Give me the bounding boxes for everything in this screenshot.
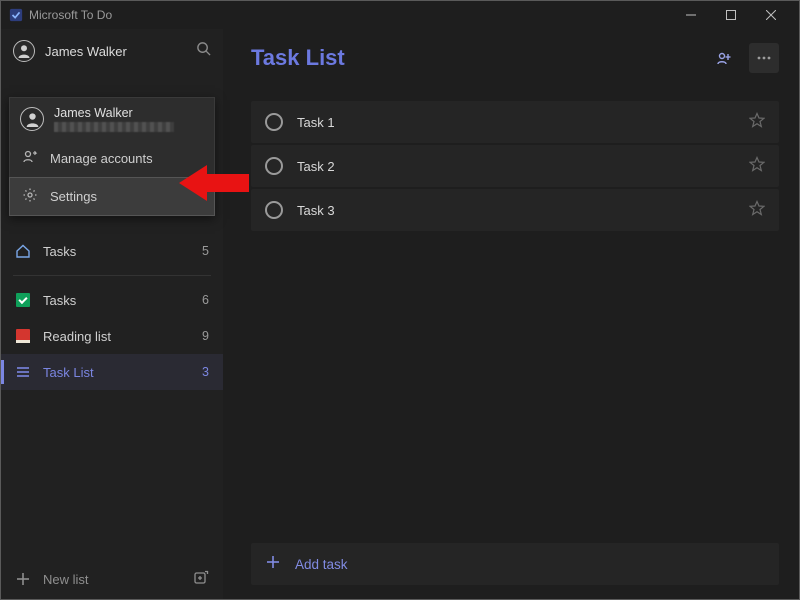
nav-list: Tasks 5 Tasks 6 Reading list 9: [1, 213, 223, 559]
home-icon: [15, 243, 31, 259]
book-icon: [15, 328, 31, 344]
star-icon[interactable]: [749, 156, 765, 177]
sidebar-item-label: Tasks: [43, 244, 190, 259]
maximize-button[interactable]: [711, 1, 751, 29]
add-task-input[interactable]: Add task: [251, 543, 779, 585]
sidebar-item-count: 6: [202, 293, 209, 307]
account-dropdown: James Walker Manage accounts Settings: [9, 97, 215, 216]
star-icon[interactable]: [749, 112, 765, 133]
plus-icon: [15, 571, 31, 587]
nav-divider: [13, 275, 211, 276]
sidebar-item-task-list[interactable]: Task List 3: [1, 354, 223, 390]
dropdown-profile[interactable]: James Walker: [10, 98, 214, 140]
main-header: Task List: [251, 43, 779, 73]
new-list-button[interactable]: New list: [1, 559, 223, 599]
settings-label: Settings: [50, 189, 97, 204]
app-window: Microsoft To Do James Walker: [0, 0, 800, 600]
settings-button[interactable]: Settings: [9, 177, 215, 216]
sidebar-item-count: 3: [202, 365, 209, 379]
sidebar: James Walker James Walker: [1, 29, 223, 599]
person-switch-icon: [22, 149, 38, 168]
minimize-button[interactable]: [671, 1, 711, 29]
profile-name: James Walker: [45, 44, 186, 59]
sidebar-item-tasks[interactable]: Tasks 5: [1, 233, 223, 269]
checkbox-icon: [15, 292, 31, 308]
sidebar-item-reading-list[interactable]: Reading list 9: [1, 318, 223, 354]
task-row[interactable]: Task 2: [251, 145, 779, 187]
task-title: Task 1: [297, 115, 735, 130]
sidebar-item-count: 9: [202, 329, 209, 343]
titlebar: Microsoft To Do: [1, 1, 799, 29]
sidebar-item-count: 5: [202, 244, 209, 258]
close-button[interactable]: [751, 1, 791, 29]
page-title: Task List: [251, 45, 699, 71]
sidebar-item-label: Tasks: [43, 293, 190, 308]
app-title: Microsoft To Do: [29, 8, 112, 22]
generic-icon: [15, 217, 31, 233]
complete-checkbox[interactable]: [265, 157, 283, 175]
new-group-icon[interactable]: [193, 570, 209, 589]
new-list-label: New list: [43, 572, 89, 587]
dropdown-email-redacted: [54, 122, 174, 132]
add-task-label: Add task: [295, 557, 348, 572]
gear-icon: [22, 187, 38, 206]
complete-checkbox[interactable]: [265, 201, 283, 219]
manage-accounts-label: Manage accounts: [50, 151, 153, 166]
dropdown-profile-name: James Walker: [54, 106, 174, 120]
more-options-button[interactable]: [749, 43, 779, 73]
avatar: [20, 107, 44, 131]
sidebar-item-truncated[interactable]: [1, 213, 223, 233]
complete-checkbox[interactable]: [265, 113, 283, 131]
manage-accounts-button[interactable]: Manage accounts: [10, 140, 214, 177]
plus-icon: [265, 554, 281, 575]
task-title: Task 3: [297, 203, 735, 218]
task-title: Task 2: [297, 159, 735, 174]
app-logo-icon: [9, 8, 23, 22]
task-list: Task 1 Task 2 Task 3: [251, 101, 779, 543]
task-row[interactable]: Task 3: [251, 189, 779, 231]
task-row[interactable]: Task 1: [251, 101, 779, 143]
sidebar-item-label: Task List: [43, 365, 190, 380]
search-icon[interactable]: [196, 41, 211, 61]
main-panel: Task List Task 1 Task 2: [223, 29, 799, 599]
list-icon: [15, 364, 31, 380]
sidebar-item-label: Reading list: [43, 329, 190, 344]
share-button[interactable]: [709, 43, 739, 73]
profile-row[interactable]: James Walker: [1, 29, 223, 73]
star-icon[interactable]: [749, 200, 765, 221]
sidebar-item-tasks-custom[interactable]: Tasks 6: [1, 282, 223, 318]
avatar: [13, 40, 35, 62]
